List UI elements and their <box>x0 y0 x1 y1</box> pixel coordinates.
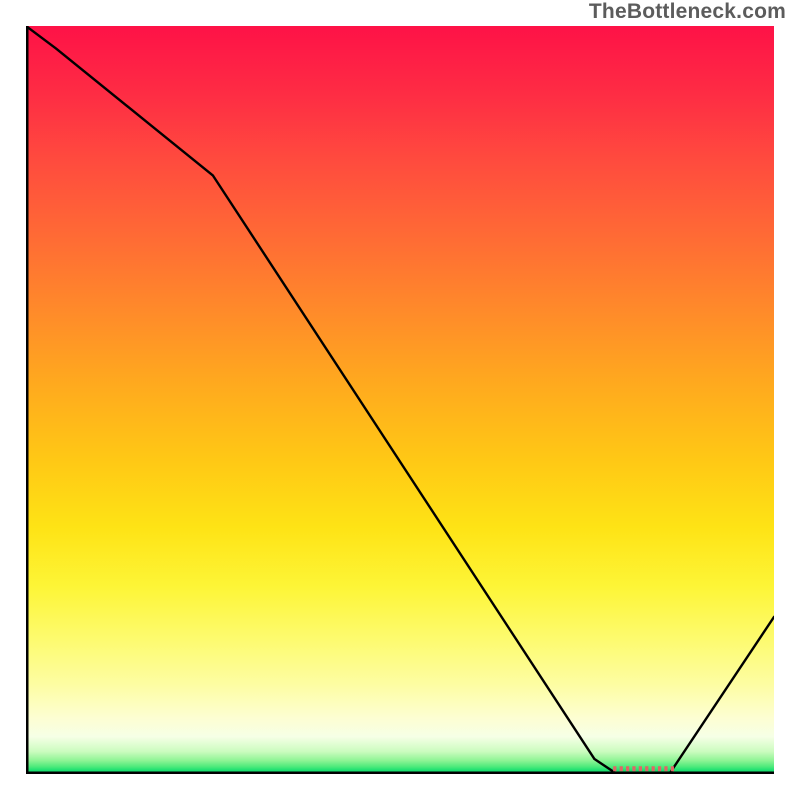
plot-gradient-background <box>26 26 774 774</box>
attribution-text: TheBottleneck.com <box>589 0 786 24</box>
page-root: { "attribution": "TheBottleneck.com", "c… <box>0 0 800 800</box>
plot-container <box>26 26 774 774</box>
